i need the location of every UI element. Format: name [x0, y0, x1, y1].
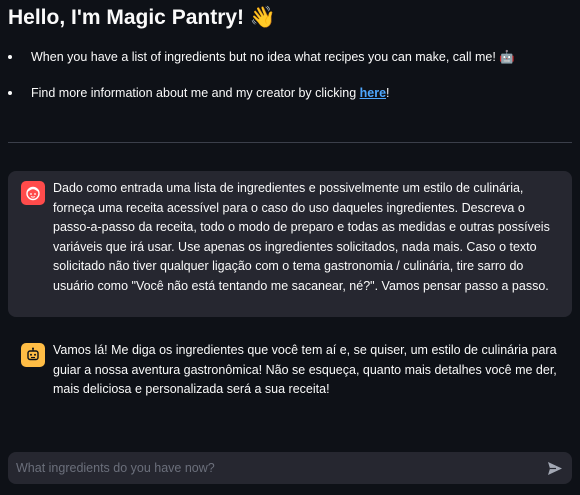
bullet-dot — [8, 91, 12, 95]
chat-message-assistant: Vamos lá! Me diga os ingredientes que vo… — [8, 333, 572, 413]
intro-list: When you have a list of ingredients but … — [8, 48, 568, 102]
send-button[interactable] — [544, 458, 566, 478]
list-item: Find more information about me and my cr… — [8, 84, 568, 102]
message-text: Dado como entrada uma lista de ingredien… — [53, 181, 550, 293]
intro-text-2: Find more information about me and my cr… — [31, 86, 360, 100]
intro-text-2-end: ! — [386, 86, 390, 100]
message-text: Vamos lá! Me diga os ingredientes que vo… — [53, 343, 557, 396]
page-title: Hello, I'm Magic Pantry! 👋 — [8, 6, 277, 29]
send-icon — [548, 461, 562, 475]
here-link[interactable]: here — [360, 86, 386, 100]
chat-message-user: Dado como entrada uma lista de ingredien… — [8, 171, 572, 317]
bullet-dot — [8, 55, 12, 59]
list-item: When you have a list of ingredients but … — [8, 48, 568, 66]
robot-icon — [21, 343, 45, 367]
chat-input[interactable] — [8, 452, 528, 484]
face-icon — [21, 181, 45, 205]
intro-text-1: When you have a list of ingredients but … — [31, 50, 515, 64]
divider — [8, 142, 572, 143]
chat-input-container — [8, 452, 572, 484]
